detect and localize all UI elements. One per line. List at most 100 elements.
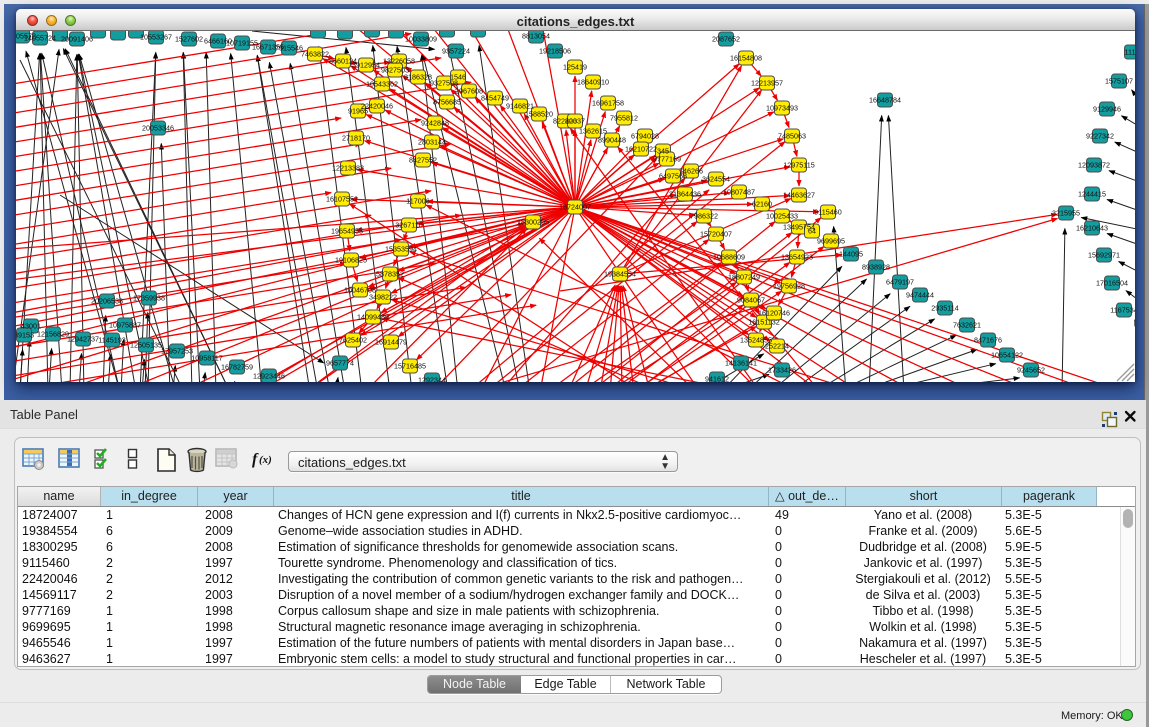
svg-text:1362615: 1362615	[579, 127, 607, 136]
svg-text:62160: 62160	[752, 200, 772, 209]
svg-text:15716485: 15716485	[394, 362, 426, 371]
svg-text:7986322: 7986322	[690, 212, 718, 221]
svg-text:12942737: 12942737	[67, 335, 99, 344]
svg-text:19106825: 19106825	[335, 256, 367, 265]
svg-text:12156829: 12156829	[37, 330, 69, 339]
svg-text:2718170: 2718170	[342, 134, 370, 143]
svg-text:1292344: 1292344	[418, 376, 446, 383]
svg-text:2087652: 2087652	[712, 35, 740, 44]
svg-text:20206538: 20206538	[91, 297, 123, 306]
svg-text:1145193: 1145193	[98, 336, 125, 345]
svg-text:1527602: 1527602	[175, 35, 203, 44]
svg-text:9084067: 9084067	[737, 296, 765, 305]
svg-text:117006: 117006	[406, 197, 429, 206]
svg-text:16961758: 16961758	[592, 99, 624, 108]
svg-text:3624554: 3624554	[702, 175, 730, 184]
svg-text:8813054: 8813054	[522, 32, 550, 41]
svg-text:10807487: 10807487	[723, 188, 755, 197]
svg-text:7515546: 7515546	[275, 44, 303, 53]
svg-text:7485063: 7485063	[778, 132, 806, 141]
svg-text:13654923: 13654923	[781, 253, 813, 262]
svg-text:12213383: 12213383	[332, 164, 364, 173]
svg-text:9699695: 9699695	[817, 237, 845, 246]
svg-text:64: 64	[808, 227, 816, 236]
svg-text:2967608: 2967608	[455, 87, 483, 96]
svg-text:10025433: 10025433	[766, 212, 798, 221]
svg-text:10654122: 10654122	[991, 351, 1023, 360]
svg-text:18724007: 18724007	[559, 203, 591, 212]
svg-text:3267110: 3267110	[395, 221, 422, 230]
svg-text:18300295: 18300295	[517, 218, 549, 227]
svg-text:7632621: 7632621	[953, 321, 981, 330]
svg-text:1575107: 1575107	[1105, 77, 1133, 86]
svg-text:8454749: 8454749	[481, 94, 509, 103]
svg-text:17957253: 17957253	[161, 347, 193, 356]
svg-text:14136141: 14136141	[725, 359, 757, 368]
svg-text:16914479: 16914479	[375, 338, 407, 347]
svg-text:19654955: 19654955	[331, 227, 363, 236]
svg-text:5878352: 5878352	[376, 270, 404, 279]
svg-text:9129946: 9129946	[1093, 105, 1121, 114]
svg-text:7463822: 7463822	[301, 50, 329, 59]
svg-text:17016504: 17016504	[1096, 279, 1128, 288]
svg-text:3498222: 3498222	[369, 293, 397, 302]
svg-text:20053346: 20053346	[142, 124, 174, 133]
svg-text:20091406: 20091406	[61, 35, 93, 44]
svg-text:8938928: 8938928	[862, 263, 890, 272]
svg-text:8186328: 8186328	[404, 73, 432, 82]
svg-text:8990448: 8990448	[598, 136, 626, 145]
svg-text:9242848: 9242848	[421, 119, 449, 128]
svg-text:10688609: 10688609	[713, 253, 745, 262]
svg-text:14099489: 14099489	[357, 313, 389, 322]
svg-text:3215955: 3215955	[1052, 209, 1080, 218]
svg-text:252214: 252214	[765, 342, 789, 351]
svg-text:(x): (x)	[259, 454, 272, 466]
svg-text:9245652: 9245652	[1017, 366, 1045, 375]
svg-text:39153: 39153	[16, 331, 34, 340]
svg-text:15353594: 15353594	[385, 245, 417, 254]
svg-text:10975887: 10975887	[109, 321, 141, 330]
svg-text:12505135: 12505135	[130, 341, 162, 350]
svg-text:18807249: 18807249	[728, 273, 760, 282]
svg-text:18640910: 18640910	[577, 78, 609, 87]
svg-text:125419: 125419	[563, 63, 587, 72]
svg-text:6497568: 6497568	[659, 172, 687, 181]
svg-text:16151132: 16151132	[748, 318, 779, 327]
svg-text:2935114: 2935114	[931, 304, 958, 313]
svg-text:8471676: 8471676	[974, 336, 1002, 345]
svg-text:16210722: 16210722	[625, 145, 657, 154]
svg-text:17359938: 17359938	[133, 294, 165, 303]
svg-text:7955812: 7955812	[610, 114, 638, 123]
svg-text:21364436: 21364436	[669, 190, 701, 199]
svg-text:1546: 1546	[450, 73, 466, 82]
svg-text:144095: 144095	[839, 250, 863, 259]
svg-text:8427552: 8427552	[409, 156, 437, 165]
svg-text:8756685: 8756685	[433, 98, 461, 107]
svg-text:6479197: 6479197	[886, 278, 914, 287]
svg-text:15720407: 15720407	[700, 230, 732, 239]
svg-text:9357224: 9357224	[442, 47, 470, 56]
svg-text:12093872: 12093872	[1078, 161, 1110, 170]
svg-text:1244415: 1244415	[1078, 190, 1106, 199]
svg-text:16120746: 16120746	[758, 309, 790, 318]
svg-text:16154808: 16154808	[730, 54, 762, 63]
svg-text:9657774: 9657774	[326, 359, 354, 368]
svg-text:10553267: 10553267	[140, 33, 172, 42]
svg-text:9474444: 9474444	[906, 291, 934, 300]
svg-text:1117: 1117	[1125, 48, 1135, 57]
svg-text:12975115: 12975115	[783, 161, 814, 170]
svg-text:1588520: 1588520	[525, 110, 553, 119]
svg-text:82037: 82037	[565, 117, 585, 126]
svg-text:1167534: 1167534	[1110, 306, 1135, 315]
svg-text:12923446: 12923446	[253, 372, 285, 381]
svg-text:19756928: 19756928	[773, 282, 805, 291]
svg-text:12213957: 12213957	[751, 79, 783, 88]
svg-text:16782759: 16782759	[221, 363, 253, 372]
svg-text:7625402: 7625402	[339, 336, 367, 345]
svg-text:16107552: 16107552	[326, 195, 358, 204]
svg-text:9227342: 9227342	[1086, 132, 1114, 141]
svg-text:10033809: 10033809	[405, 35, 437, 44]
svg-text:10973493: 10973493	[766, 104, 798, 113]
svg-text:13226058: 13226058	[383, 57, 415, 66]
svg-text:10958117: 10958117	[191, 354, 222, 363]
